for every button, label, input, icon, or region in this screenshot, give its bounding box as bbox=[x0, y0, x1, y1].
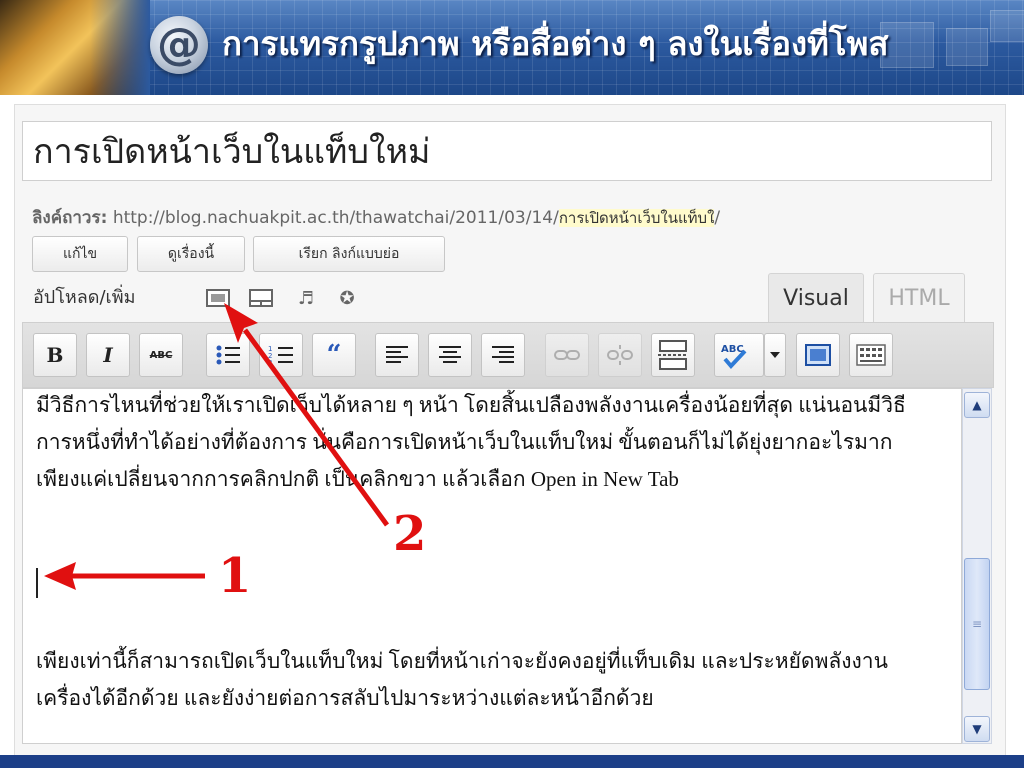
annotation-arrows bbox=[44, 303, 390, 590]
annotation-number-1: 1 bbox=[218, 548, 252, 604]
slide-bottom-bar bbox=[0, 755, 1024, 768]
annotation-arrow-2 bbox=[224, 303, 390, 527]
annotation-arrow-1 bbox=[44, 562, 205, 590]
annotation-number-2: 2 bbox=[393, 506, 427, 562]
